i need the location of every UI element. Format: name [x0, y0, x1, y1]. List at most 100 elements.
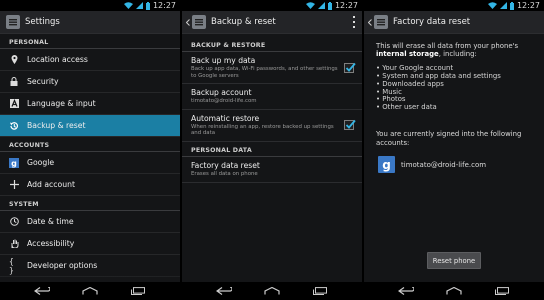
pref-title: Automatic restore [191, 113, 260, 123]
section-header-system: SYSTEM [0, 196, 180, 211]
navigation-bar [182, 282, 362, 300]
status-bar: 12:27 [182, 0, 362, 11]
navigation-bar [364, 282, 544, 300]
keyboard-icon [9, 99, 19, 109]
backup-reset-screen: 12:27 Backup & reset BACKUP & RESTORE Ba… [182, 0, 362, 300]
pref-title: Back up my data [191, 56, 256, 65]
warning-prefix: This will erase all data from your phone… [376, 42, 519, 50]
pref-summary: timotato@droid-life.com [191, 98, 257, 105]
pref-backup-my-data[interactable]: Back up my data Back up app data, Wi-Fi … [182, 52, 362, 85]
settings-screen: 12:27 Settings PERSONAL Location access … [0, 0, 180, 300]
location-icon [9, 55, 19, 65]
home-icon[interactable] [446, 287, 462, 295]
status-bar: 12:27 [0, 0, 180, 11]
settings-item-label: Security [27, 77, 59, 86]
pref-title: Factory data reset [191, 160, 260, 170]
factory-reset-screen: 12:27 Factory data reset This will erase… [364, 0, 544, 300]
lock-icon [9, 77, 19, 87]
page-title: Factory data reset [393, 17, 471, 27]
automatic-restore-checkbox[interactable] [344, 120, 356, 131]
back-icon[interactable] [398, 287, 414, 295]
settings-item-google[interactable]: g Google [0, 152, 180, 174]
page-title: Backup & reset [211, 17, 276, 27]
wifi-icon [305, 2, 315, 9]
settings-item-backup-reset[interactable]: Backup & reset [0, 115, 180, 137]
pref-title: Backup account [191, 88, 252, 98]
factory-reset-content: This will erase all data from your phone… [364, 34, 544, 282]
home-icon[interactable] [264, 287, 280, 295]
pref-summary: Back up app data, Wi-Fi passwords, and o… [191, 66, 338, 79]
signed-in-text: You are currently signed into the follow… [376, 130, 522, 147]
battery-icon [509, 1, 514, 10]
status-clock: 12:27 [152, 1, 176, 10]
pref-summary: When reinstalling an app, restore backed… [191, 123, 334, 137]
action-bar[interactable]: Backup & reset [182, 11, 362, 34]
settings-item-security[interactable]: Security [0, 71, 180, 93]
settings-app-icon[interactable] [6, 15, 20, 29]
google-icon: g [9, 157, 19, 168]
account-row: g timotato@droid-life.com [364, 147, 544, 174]
checkmark-icon [345, 62, 356, 72]
settings-item-location-access[interactable]: Location access [0, 49, 180, 71]
back-icon[interactable] [216, 287, 232, 295]
battery-icon [145, 1, 150, 10]
recents-icon[interactable] [130, 287, 146, 295]
reset-phone-button[interactable]: Reset phone [427, 252, 481, 269]
overflow-menu-icon[interactable] [353, 16, 356, 28]
settings-app-icon[interactable] [374, 15, 388, 29]
settings-item-label: Google [27, 158, 55, 167]
svg-text:g: g [11, 159, 17, 168]
settings-item-label: Location access [27, 55, 88, 64]
settings-item-label: Developer options [27, 261, 98, 270]
checkmark-icon [345, 120, 356, 130]
recents-icon[interactable] [312, 287, 328, 295]
page-title: Settings [25, 17, 60, 27]
battery-icon [327, 1, 332, 10]
backup-data-checkbox[interactable] [344, 62, 356, 73]
braces-icon: { } [9, 256, 14, 275]
plus-icon [9, 180, 19, 190]
status-clock: 12:27 [516, 1, 540, 10]
pref-factory-data-reset[interactable]: Factory data reset Erases all data on ph… [182, 157, 362, 183]
status-bar: 12:27 [364, 0, 544, 11]
settings-item-label: Language & input [27, 99, 96, 108]
status-clock: 12:27 [334, 1, 358, 10]
home-icon[interactable] [82, 287, 98, 295]
action-bar: Settings [0, 11, 180, 34]
section-header-personal-data: PERSONAL DATA [182, 142, 362, 157]
settings-item-label: Backup & reset [27, 121, 86, 130]
action-bar[interactable]: Factory data reset [364, 11, 544, 34]
google-icon: g [378, 156, 395, 174]
clock-icon [9, 217, 19, 227]
signal-icon [135, 2, 143, 9]
signal-icon [499, 2, 507, 9]
section-header-personal: PERSONAL [0, 34, 180, 49]
settings-app-icon[interactable] [192, 15, 206, 29]
backup-settings-list[interactable]: BACKUP & RESTORE Back up my data Back up… [182, 34, 362, 282]
settings-item-label: Add account [27, 180, 75, 189]
settings-item-date-time[interactable]: Date & time [0, 211, 180, 233]
up-caret-icon[interactable] [365, 11, 372, 34]
pref-backup-account[interactable]: Backup account timotato@droid-life.com [182, 84, 362, 110]
settings-item-label: Accessibility [27, 239, 75, 248]
wifi-icon [487, 2, 497, 9]
settings-item-language-input[interactable]: Language & input [0, 93, 180, 115]
warning-suffix: , including: [438, 50, 477, 59]
warning-bold: internal storage [376, 50, 439, 59]
up-caret-icon[interactable] [183, 11, 190, 34]
section-header-accounts: ACCOUNTS [0, 137, 180, 152]
backup-icon [9, 121, 19, 131]
reset-warning-text: This will erase all data from your phone… [364, 34, 544, 59]
settings-item-label: Date & time [27, 217, 74, 226]
recents-icon[interactable] [494, 287, 510, 295]
hand-icon [9, 239, 19, 249]
list-item: • Other user data [376, 103, 437, 112]
pref-summary: Erases all data on phone [191, 170, 258, 177]
settings-item-add-account[interactable]: Add account [0, 174, 180, 196]
scroll-fade [0, 274, 180, 282]
pref-automatic-restore[interactable]: Automatic restore When reinstalling an a… [182, 110, 362, 142]
back-icon[interactable] [34, 287, 50, 295]
settings-list[interactable]: PERSONAL Location access Security Langua… [0, 34, 180, 282]
wifi-icon [123, 2, 133, 9]
settings-item-accessibility[interactable]: Accessibility [0, 233, 180, 255]
